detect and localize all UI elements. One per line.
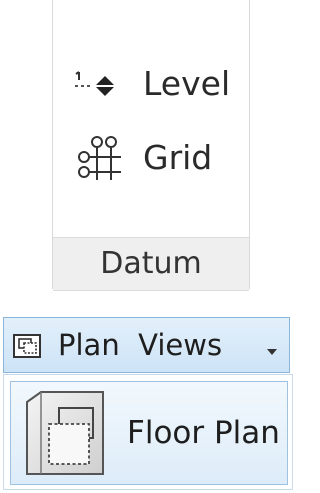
plan-views-label: Plan Views bbox=[58, 328, 223, 362]
datum-panel-title[interactable]: Datum bbox=[53, 237, 249, 291]
level-button[interactable]: Level bbox=[53, 56, 249, 112]
plan-views-dropdown-button[interactable]: Plan Views bbox=[3, 317, 290, 373]
grid-label: Grid bbox=[143, 138, 213, 177]
plan-views-menu: Floor Plan bbox=[3, 374, 293, 490]
floor-plan-icon bbox=[21, 388, 121, 482]
level-label: Level bbox=[143, 64, 231, 103]
plan-views-icon bbox=[12, 330, 44, 362]
chevron-down-icon bbox=[266, 341, 278, 355]
level-icon bbox=[69, 56, 125, 112]
grid-button[interactable]: Grid bbox=[53, 130, 249, 186]
datum-panel: Level Grid Datum bbox=[52, 0, 250, 291]
floor-plan-label: Floor Plan bbox=[127, 415, 280, 451]
grid-icon bbox=[69, 130, 125, 186]
menu-item-floor-plan[interactable]: Floor Plan bbox=[10, 381, 288, 485]
